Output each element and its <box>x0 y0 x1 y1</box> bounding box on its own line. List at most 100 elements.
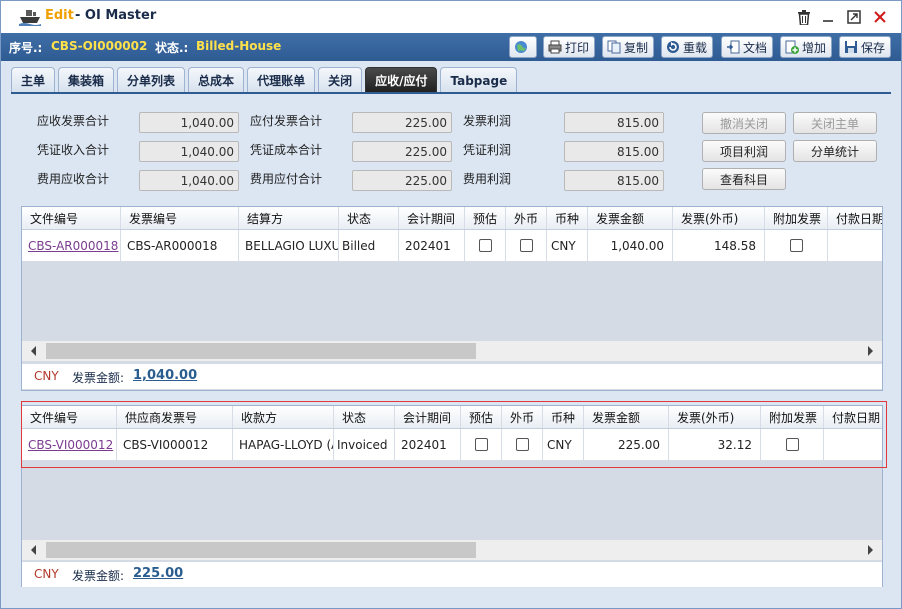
col-currency[interactable]: 币种 <box>547 207 588 229</box>
tab-main[interactable]: 主单 <box>11 67 56 93</box>
invoice-no-cell: CBS-VI000012 <box>117 429 233 460</box>
foreign-checkbox[interactable] <box>515 438 529 451</box>
col-pay-date[interactable]: 付款日期 <box>824 406 882 428</box>
add-label: 增加 <box>802 40 827 55</box>
tab-close[interactable]: 关闭 <box>318 67 363 93</box>
col-estimate[interactable]: 预估 <box>465 207 506 229</box>
reload-button[interactable]: 重载 <box>661 36 714 58</box>
status-cell: Billed <box>339 230 399 261</box>
ap-scroll-thumb[interactable] <box>46 542 476 558</box>
scroll-right-icon[interactable] <box>864 345 876 357</box>
col-file-no[interactable]: 文件编号 <box>22 207 121 229</box>
ar-scroll-thumb[interactable] <box>46 343 476 359</box>
tab-total-cost[interactable]: 总成本 <box>188 67 245 93</box>
ar-invoice-total-label: 应收发票合计 <box>37 114 110 128</box>
col-party[interactable]: 结算方 <box>239 207 339 229</box>
amount-cell: 225.00 <box>584 429 669 460</box>
file-no-link[interactable]: CBS-AR000018 <box>22 230 121 261</box>
ar-horizontal-scrollbar[interactable] <box>22 341 882 361</box>
estimate-checkbox[interactable] <box>474 438 488 451</box>
col-estimate[interactable]: 预估 <box>461 406 502 428</box>
amount-cell: 1,040.00 <box>588 230 673 261</box>
minimize-icon[interactable] <box>819 8 837 26</box>
trash-icon[interactable] <box>795 8 813 26</box>
close-icon[interactable] <box>871 8 889 26</box>
tab-agent-bills[interactable]: 代理账单 <box>247 67 316 93</box>
col-amount[interactable]: 发票金额 <box>584 406 669 428</box>
ar-footer-total[interactable]: 1,040.00 <box>133 368 197 383</box>
view-accounts-button[interactable]: 查看科目 <box>702 168 786 190</box>
col-amount-fc[interactable]: 发票(外币) <box>673 207 765 229</box>
copy-button[interactable]: 复制 <box>602 36 655 58</box>
col-payee[interactable]: 收款方 <box>233 406 334 428</box>
invoice-profit-label: 发票利润 <box>463 114 512 128</box>
hbl-stats-button[interactable]: 分单统计 <box>793 140 877 162</box>
foreign-checkbox[interactable] <box>519 239 533 252</box>
cancel-close-button[interactable]: 撤消关闭 <box>702 112 786 134</box>
scroll-right-icon[interactable] <box>864 544 876 556</box>
invoice-profit-field: 815.00 <box>564 112 664 133</box>
status-value: Billed-House <box>196 39 282 53</box>
col-status[interactable]: 状态 <box>339 207 399 229</box>
project-profit-button[interactable]: 项目利润 <box>702 140 786 162</box>
ar-invoice-grid: 文件编号 发票编号 结算方 状态 会计期间 预估 外币 币种 发票金额 发票(外… <box>21 206 883 391</box>
tab-underline <box>11 92 891 94</box>
document-icon <box>727 40 740 54</box>
oi-master-window: Edit - OI Master 序号.: CBS-OI000002 状态.: … <box>0 0 902 609</box>
foreign-cell <box>502 429 543 460</box>
voucher-profit-label: 凭证利润 <box>463 143 512 157</box>
payee-cell: HAPAG-LLOYD (A <box>233 429 334 460</box>
voucher-profit-field: 815.00 <box>564 141 664 162</box>
col-extra-invoice[interactable]: 附加发票 <box>765 207 828 229</box>
ap-invoice-total-field: 225.00 <box>352 112 452 133</box>
period-cell: 202401 <box>395 429 461 460</box>
scroll-left-icon[interactable] <box>28 345 40 357</box>
voucher-income-field: 1,040.00 <box>139 141 239 162</box>
col-foreign[interactable]: 外币 <box>502 406 543 428</box>
fee-profit-label: 费用利润 <box>463 172 512 186</box>
voucher-cost-label: 凭证成本合计 <box>250 143 323 157</box>
copy-label: 复制 <box>624 40 649 55</box>
globe-button[interactable] <box>509 36 537 58</box>
col-file-no[interactable]: 文件编号 <box>22 406 117 428</box>
add-button[interactable]: 增加 <box>780 36 833 58</box>
close-master-button[interactable]: 关闭主单 <box>793 112 877 134</box>
save-button[interactable]: 保存 <box>839 36 892 58</box>
extra-invoice-checkbox[interactable] <box>785 438 799 451</box>
file-no-link[interactable]: CBS-VI000012 <box>22 429 117 460</box>
ap-horizontal-scrollbar[interactable] <box>22 540 882 560</box>
ap-invoice-grid: 文件编号 供应商发票号 收款方 状态 会计期间 预估 外币 币种 发票金额 发票… <box>21 405 883 587</box>
col-period[interactable]: 会计期间 <box>395 406 461 428</box>
table-row[interactable]: CBS-VI000012 CBS-VI000012 HAPAG-LLOYD (A… <box>22 429 882 460</box>
col-pay-date[interactable]: 付款日期 <box>828 207 882 229</box>
ap-footer-total[interactable]: 225.00 <box>133 566 183 581</box>
tab-hbl-list[interactable]: 分单列表 <box>117 67 186 93</box>
tab-ar-ap[interactable]: 应收/应付 <box>365 67 438 93</box>
extra-invoice-checkbox[interactable] <box>789 239 803 252</box>
table-row[interactable]: CBS-AR000018 CBS-AR000018 BELLAGIO LUXUR… <box>22 230 882 261</box>
col-status[interactable]: 状态 <box>334 406 395 428</box>
col-invoice-no[interactable]: 发票编号 <box>121 207 239 229</box>
col-vendor-invoice-no[interactable]: 供应商发票号 <box>117 406 233 428</box>
status-label: 状态.: <box>155 41 189 55</box>
print-button[interactable]: 打印 <box>543 36 596 58</box>
col-extra-invoice[interactable]: 附加发票 <box>761 406 824 428</box>
tab-tabpage[interactable]: Tabpage <box>440 67 518 93</box>
ap-grid-footer: CNY 发票金额: 225.00 <box>22 562 882 587</box>
col-period[interactable]: 会计期间 <box>399 207 465 229</box>
tab-containers[interactable]: 集装箱 <box>58 67 115 93</box>
col-amount[interactable]: 发票金额 <box>588 207 673 229</box>
scroll-left-icon[interactable] <box>28 544 40 556</box>
documents-button[interactable]: 文档 <box>721 36 774 58</box>
col-amount-fc[interactable]: 发票(外币) <box>669 406 761 428</box>
fee-receivable-label: 费用应收合计 <box>37 172 110 186</box>
ap-footer-currency: CNY <box>34 567 59 581</box>
col-foreign[interactable]: 外币 <box>506 207 547 229</box>
maximize-icon[interactable] <box>845 8 863 26</box>
currency-cell: CNY <box>547 230 588 261</box>
col-currency[interactable]: 币种 <box>543 406 584 428</box>
printer-icon <box>548 40 562 54</box>
fee-profit-field: 815.00 <box>564 170 664 191</box>
estimate-checkbox[interactable] <box>478 239 492 252</box>
globe-icon <box>515 41 527 53</box>
